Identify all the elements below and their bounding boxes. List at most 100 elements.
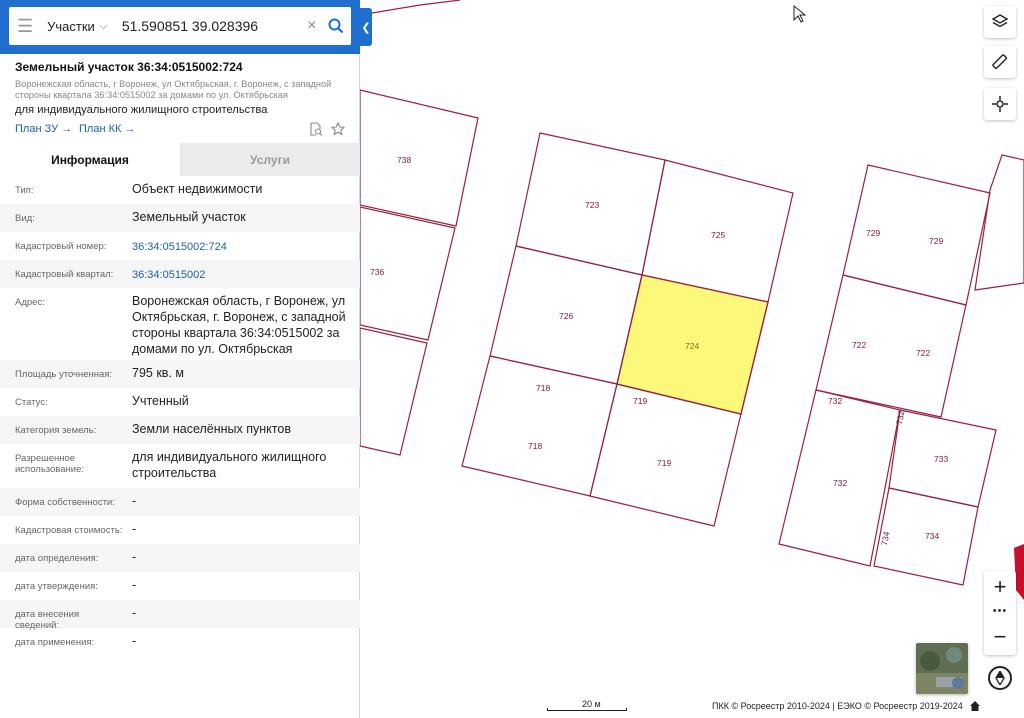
locate-button[interactable] bbox=[984, 88, 1016, 120]
label-734b: 734 bbox=[879, 530, 891, 546]
info-row-label: Кадастровый квартал: bbox=[15, 269, 114, 280]
star-icon[interactable] bbox=[330, 121, 346, 141]
label-738: 738 bbox=[397, 155, 411, 165]
info-row: дата внесения сведений: - bbox=[0, 600, 360, 631]
search-box: ☰ Участки ⌵ × bbox=[9, 7, 351, 45]
zoom-out-button[interactable]: − bbox=[984, 621, 1016, 653]
tab-information[interactable]: Информация bbox=[0, 143, 180, 176]
info-row-value: - bbox=[132, 634, 137, 648]
search-input[interactable] bbox=[115, 18, 303, 34]
label-718b: 718 bbox=[528, 441, 542, 451]
search-header: ☰ Участки ⌵ × bbox=[0, 0, 360, 54]
info-row-value: - bbox=[132, 550, 137, 564]
label-729b: 729 bbox=[929, 236, 943, 246]
object-title: Земельный участок 36:34:0515002:724 bbox=[15, 60, 243, 74]
info-row-label: Площадь уточненная: bbox=[15, 369, 113, 380]
search-type-select[interactable]: Участки ⌵ bbox=[41, 19, 116, 34]
info-row-value: Объект недвижимости bbox=[132, 182, 263, 196]
tab-bar: Информация Услуги bbox=[0, 143, 360, 176]
info-row: Форма собственности: - bbox=[0, 488, 360, 516]
info-row-value: Земли населённых пунктов bbox=[132, 422, 291, 436]
info-row-link[interactable]: 36:34:0515002:724 bbox=[132, 239, 347, 255]
mouse-cursor-icon bbox=[793, 4, 807, 23]
crosshair-icon bbox=[992, 96, 1008, 112]
zoom-controls: + ••• − bbox=[984, 571, 1016, 655]
info-row-value: - bbox=[132, 606, 137, 620]
info-row-label: Разрешенное использование: bbox=[15, 453, 85, 475]
label-734a: 734 bbox=[925, 531, 939, 541]
object-purpose: для индивидуального жилищного строительс… bbox=[15, 104, 268, 116]
zoom-in-button[interactable]: + bbox=[984, 571, 1016, 603]
info-row: Статус: Учтенный bbox=[0, 388, 360, 416]
home-icon[interactable] bbox=[970, 701, 980, 714]
info-row: Разрешенное использование: для индивидуал… bbox=[0, 444, 360, 488]
info-row: дата утверждения: - bbox=[0, 572, 360, 600]
info-row-link[interactable]: 36:34:0515002 bbox=[132, 267, 347, 283]
scale-bar bbox=[547, 708, 627, 711]
basemap-thumbnail[interactable] bbox=[916, 643, 968, 694]
chevron-left-icon: ❮ bbox=[361, 21, 371, 34]
compass-button[interactable] bbox=[988, 666, 1012, 690]
info-row-value: - bbox=[132, 494, 137, 508]
label-726: 726 bbox=[559, 311, 573, 321]
search-icon bbox=[328, 18, 344, 34]
info-row: Тип: Объект недвижимости bbox=[0, 176, 360, 204]
map-canvas[interactable]: 738 736 723 725 726 724 718 719 718 719 … bbox=[360, 0, 1024, 718]
label-733: 733 bbox=[934, 454, 948, 464]
tab-services[interactable]: Услуги bbox=[180, 143, 360, 176]
info-row-label: дата применения: bbox=[15, 637, 95, 648]
compass-icon bbox=[995, 671, 1005, 685]
label-732a: 732 bbox=[828, 396, 842, 406]
info-row-value: Земельный участок bbox=[132, 210, 246, 224]
label-732c: 732 bbox=[894, 409, 906, 425]
info-row: Адрес: Воронежская область, г Воронеж, ул… bbox=[0, 288, 360, 360]
label-723: 723 bbox=[585, 200, 599, 210]
info-row: Кадастровый номер: 36:34:0515002:724 bbox=[0, 232, 360, 260]
collapse-panel-button[interactable]: ❮ bbox=[360, 8, 372, 46]
parcel-738 bbox=[360, 89, 479, 227]
info-row-value: - bbox=[132, 578, 137, 592]
label-724: 724 bbox=[685, 341, 699, 351]
info-row: дата применения: - bbox=[0, 628, 360, 656]
info-panel: ☰ Участки ⌵ × Земельный участок 36:34:05… bbox=[0, 0, 360, 718]
search-type-label: Участки bbox=[47, 18, 95, 34]
parcel-far-right bbox=[974, 154, 1024, 291]
info-row: Кадастровый квартал: 36:34:0515002 bbox=[0, 260, 360, 288]
info-row: Площадь уточненная: 795 кв. м bbox=[0, 360, 360, 388]
info-row: Категория земель: Земли населённых пункто… bbox=[0, 416, 360, 444]
info-row-label: Вид: bbox=[15, 213, 35, 224]
info-row-value: Воронежская область, г Воронеж, ул Октяб… bbox=[132, 294, 346, 356]
arrow-right-icon: → bbox=[61, 123, 73, 135]
info-row-label: Форма собственности: bbox=[15, 497, 115, 508]
label-729a: 729 bbox=[866, 228, 880, 238]
info-row-label: Кадастровая стоимость: bbox=[15, 525, 123, 536]
info-row-label: Категория земель: bbox=[15, 425, 97, 436]
menu-icon[interactable]: ☰ bbox=[9, 7, 41, 45]
layers-button[interactable] bbox=[984, 6, 1016, 38]
layers-icon bbox=[992, 14, 1008, 28]
ruler-button[interactable] bbox=[984, 46, 1016, 78]
info-row: дата определения: - bbox=[0, 544, 360, 572]
info-row-value: 795 кв. м bbox=[132, 366, 184, 380]
label-722a: 722 bbox=[852, 340, 866, 350]
more-icon[interactable]: ••• bbox=[984, 605, 1016, 617]
plan-zu-link[interactable]: План ЗУ → bbox=[15, 123, 72, 135]
label-725: 725 bbox=[711, 230, 725, 240]
label-719a: 719 bbox=[633, 396, 647, 406]
search-button[interactable] bbox=[321, 7, 351, 45]
ruler-icon bbox=[992, 54, 1008, 70]
label-736: 736 bbox=[370, 267, 384, 277]
cadastral-map: 738 736 723 725 726 724 718 719 718 719 … bbox=[360, 0, 1024, 600]
clear-icon[interactable]: × bbox=[303, 17, 321, 35]
info-row-value: - bbox=[132, 522, 137, 536]
object-address-small: Воронежская область, г Воронеж, ул Октяб… bbox=[15, 79, 332, 100]
label-722b: 722 bbox=[916, 348, 930, 358]
chevron-down-icon: ⌵ bbox=[99, 19, 108, 32]
plan-kk-link[interactable]: План КК → bbox=[79, 123, 135, 135]
arrow-right-icon: → bbox=[124, 123, 136, 135]
label-718a: 718 bbox=[536, 383, 550, 393]
document-search-icon[interactable] bbox=[309, 122, 323, 141]
info-row-label: дата утверждения: bbox=[15, 581, 98, 592]
info-row: Вид: Земельный участок bbox=[0, 204, 360, 232]
info-row-label: дата определения: bbox=[15, 553, 99, 564]
